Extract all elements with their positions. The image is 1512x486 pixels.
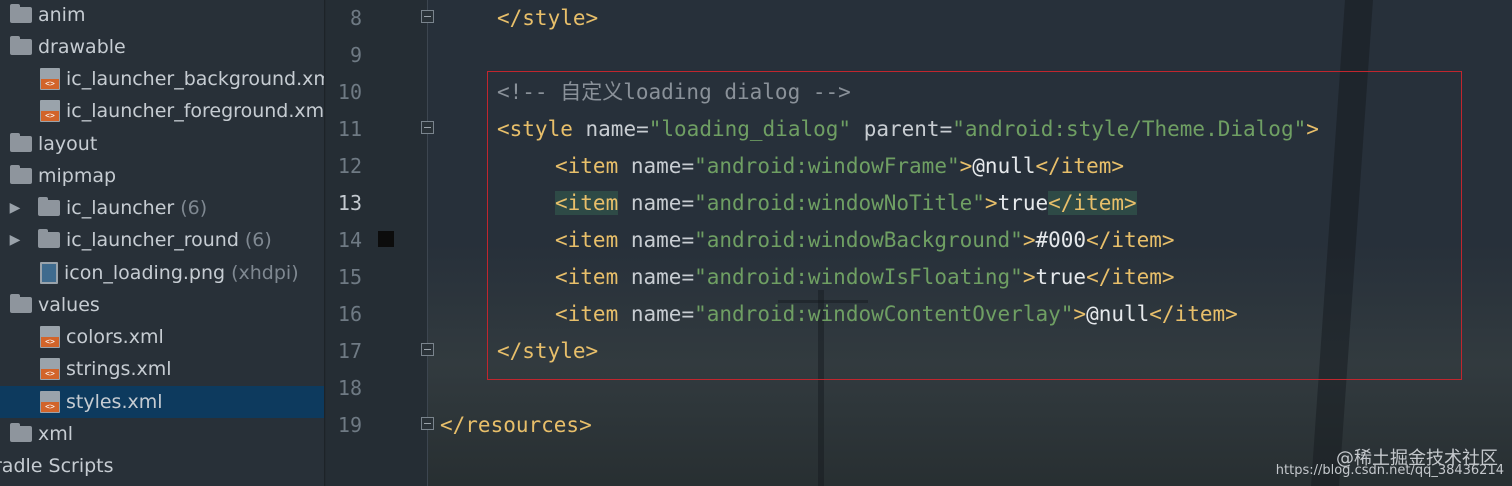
line-number-current: 13: [337, 191, 362, 215]
tree-item-ic-launcher-round[interactable]: ▶ ic_launcher_round (6): [0, 224, 324, 256]
folder-icon: [10, 294, 32, 313]
tree-item-ic-launcher[interactable]: ▶ ic_launcher (6): [0, 192, 324, 224]
xml-file-icon: [40, 391, 60, 413]
folder-icon: [10, 133, 32, 152]
folder-icon: [10, 4, 32, 23]
line-number: 16: [337, 302, 362, 326]
fold-marker-icon[interactable]: [421, 417, 434, 430]
fold-marker-icon[interactable]: [421, 10, 434, 23]
folder-icon: [38, 197, 60, 216]
line-number: 12: [337, 154, 362, 178]
code-line-19[interactable]: </resources>: [440, 407, 592, 444]
watermark-url: https://blog.csdn.net/qq_38436214: [1275, 463, 1504, 478]
line-number: 10: [337, 80, 362, 104]
line-number: 19: [337, 413, 362, 437]
tree-item-xml[interactable]: xml: [0, 418, 324, 450]
tree-item-ic-launcher-background[interactable]: ic_launcher_background.xml: [0, 63, 324, 95]
tree-item-styles[interactable]: styles.xml: [0, 386, 324, 418]
tree-item-gradle-scripts[interactable]: radle Scripts: [0, 450, 319, 482]
xml-file-icon: [40, 100, 60, 122]
line-number: 14: [337, 228, 362, 252]
tree-item-values[interactable]: values: [0, 289, 324, 321]
project-tree: anim drawable ic_launcher_background.xml…: [0, 0, 325, 486]
tree-item-icon-loading[interactable]: icon_loading.png (xhdpi): [0, 257, 324, 289]
tree-item-ic-launcher-foreground[interactable]: ic_launcher_foreground.xml: [0, 95, 324, 127]
code-line-8[interactable]: </style>: [497, 0, 598, 37]
color-swatch-icon[interactable]: [378, 231, 394, 247]
folder-icon: [10, 423, 32, 442]
folder-icon: [38, 229, 60, 248]
image-file-icon: [40, 262, 58, 284]
fold-marker-icon[interactable]: [421, 343, 434, 356]
tree-item-strings[interactable]: strings.xml: [0, 353, 324, 385]
line-number: 17: [337, 339, 362, 363]
annotation-box: [487, 71, 1462, 380]
line-number: 18: [337, 376, 362, 400]
line-number: 9: [349, 43, 362, 67]
expand-arrow-icon[interactable]: ▶: [0, 200, 30, 216]
tree-item-colors[interactable]: colors.xml: [0, 321, 324, 353]
line-number: 8: [349, 6, 362, 30]
xml-file-icon: [40, 326, 60, 348]
tree-item-anim[interactable]: anim: [0, 0, 324, 31]
tree-item-drawable[interactable]: drawable: [0, 31, 324, 63]
tree-item-mipmap[interactable]: mipmap: [0, 160, 324, 192]
tree-item-layout[interactable]: layout: [0, 128, 324, 160]
xml-file-icon: [40, 68, 60, 90]
fold-marker-icon[interactable]: [421, 121, 434, 134]
line-number: 15: [337, 265, 362, 289]
folder-icon: [10, 36, 32, 55]
xml-file-icon: [40, 358, 60, 380]
folder-icon: [10, 165, 32, 184]
line-number: 11: [337, 117, 362, 141]
expand-arrow-icon[interactable]: ▶: [0, 232, 30, 248]
